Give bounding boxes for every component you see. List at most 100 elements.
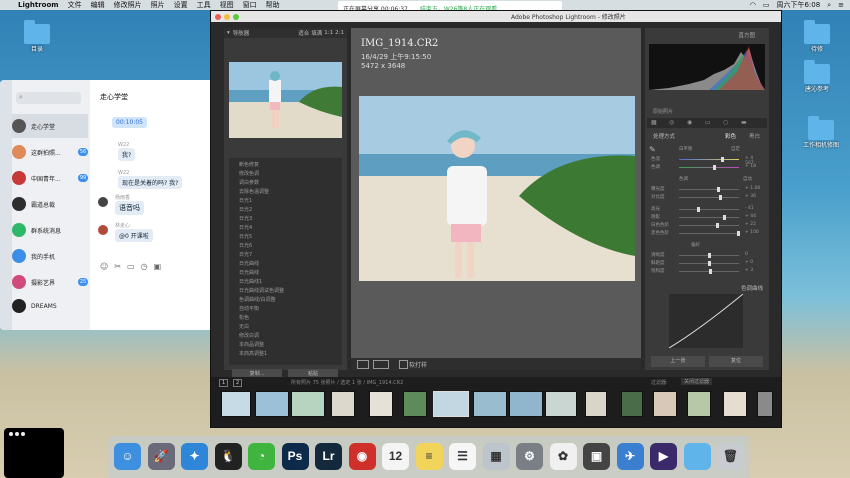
photo-canvas[interactable]: IMG_1914.CR2 16/4/29 上午9:15:50 5472 x 36… <box>351 28 641 370</box>
close-button[interactable] <box>215 14 221 20</box>
system-preferences-icon[interactable]: ⚙ <box>516 443 543 470</box>
history-item[interactable]: 调白参数 <box>239 179 259 186</box>
film-thumbnail[interactable] <box>621 391 643 417</box>
finder-icon[interactable]: ☺ <box>114 443 141 470</box>
slider-knob[interactable] <box>697 207 700 212</box>
film-thumbnail[interactable] <box>653 391 677 417</box>
crop-icon[interactable]: ▦ <box>651 119 657 126</box>
slider-knob[interactable] <box>713 165 716 170</box>
film-thumbnail-selected[interactable] <box>433 391 469 417</box>
filter-dropdown[interactable]: 关闭过滤器 <box>681 378 713 385</box>
wifi-icon[interactable]: ◠ <box>750 1 756 9</box>
film-thumbnail[interactable] <box>403 391 427 417</box>
soft-proof-checkbox[interactable] <box>399 360 408 369</box>
history-item[interactable]: 修改白调 <box>239 332 259 339</box>
film-thumbnail[interactable] <box>331 391 355 417</box>
clock-icon[interactable]: ◷ <box>141 262 154 271</box>
histogram[interactable] <box>649 44 765 90</box>
photoshop-icon[interactable]: Ps <box>281 443 309 470</box>
search-icon[interactable]: ⌕ <box>827 1 831 10</box>
film-thumbnail[interactable] <box>473 391 507 417</box>
photos-icon[interactable]: ✿ <box>549 443 577 470</box>
history-item[interactable]: 自动平衡 <box>239 305 259 312</box>
emoji-icon[interactable]: ☺ <box>100 262 114 271</box>
menu-window[interactable]: 窗口 <box>243 0 257 10</box>
tint-slider[interactable]: 色调 + 18 <box>651 164 763 171</box>
film-thumbnail[interactable] <box>291 391 325 417</box>
tone-curve-title[interactable]: 色调曲线 <box>741 284 763 292</box>
slider-knob[interactable] <box>708 253 711 258</box>
film-thumbnail[interactable] <box>509 391 543 417</box>
history-item[interactable]: 色调曲线/白调整 <box>239 296 276 303</box>
history-item[interactable]: 本商高调整1 <box>239 350 267 357</box>
film-thumbnail[interactable] <box>255 391 289 417</box>
slider-knob[interactable] <box>708 261 711 266</box>
contrast-slider[interactable]: 对比度 + 36 <box>651 194 763 201</box>
zoom-button[interactable] <box>233 14 239 20</box>
wb-row[interactable]: 白平衡 自定 <box>651 146 763 153</box>
clock[interactable]: 周六下午6:08 <box>776 0 820 10</box>
qq-icon[interactable]: 🐧 <box>214 443 242 470</box>
slider-knob[interactable] <box>717 187 720 192</box>
safari-icon[interactable]: ✦ <box>181 443 208 470</box>
blacks-slider[interactable]: 黑色色阶 + 100 <box>651 230 763 237</box>
tone-row[interactable]: 色调 自动 <box>651 176 763 183</box>
netease-music-icon[interactable]: ◉ <box>348 443 376 470</box>
history-item[interactable]: 无白 <box>239 323 249 330</box>
history-item[interactable]: 修改色调 <box>239 170 259 177</box>
history-item[interactable]: 松色 <box>239 314 249 321</box>
menu-file[interactable]: 文件 <box>68 0 82 10</box>
mini-window[interactable] <box>4 428 64 478</box>
chat-search-input[interactable]: ⌕ <box>16 92 81 104</box>
page-2-button[interactable]: 2 <box>233 379 243 387</box>
menu-edit[interactable]: 编辑 <box>91 0 105 10</box>
contact-item[interactable]: 群系统消息 <box>12 218 88 242</box>
desktop-folder-reference[interactable]: 唐沁参考 <box>804 60 842 93</box>
history-item[interactable]: 去除色温调整 <box>239 188 269 195</box>
zoom-fit[interactable]: 适合 <box>298 29 309 37</box>
notification-center-icon[interactable]: ≡ <box>838 1 844 9</box>
film-thumbnail[interactable] <box>369 391 393 417</box>
history-item[interactable]: 本商品调整 <box>239 341 264 348</box>
history-item[interactable]: 日光曲线调试色调整 <box>239 287 284 294</box>
menu-view[interactable]: 视图 <box>220 0 234 10</box>
contact-item[interactable]: DREAMS <box>12 294 88 318</box>
battery-icon[interactable]: ▭ <box>763 1 770 9</box>
scissors-icon[interactable]: ✂ <box>114 262 127 271</box>
brush-icon[interactable]: ▬ <box>741 119 747 126</box>
whites-slider[interactable]: 白色色阶 + 22 <box>651 222 763 229</box>
page-1-button[interactable]: 1 <box>219 379 229 387</box>
film-thumbnail[interactable] <box>757 391 773 417</box>
preview-icon[interactable]: ▦ <box>482 443 510 470</box>
history-item[interactable]: 日光4 <box>239 224 252 231</box>
slider-knob[interactable] <box>721 157 724 162</box>
film-thumbnail[interactable] <box>585 391 607 417</box>
trash-icon[interactable]: 🗑 <box>717 443 744 470</box>
compare-view-icon[interactable] <box>373 360 389 369</box>
history-item[interactable]: 日光曲线 <box>239 260 259 267</box>
lightroom-icon[interactable]: Lr <box>315 443 342 470</box>
redeye-icon[interactable]: ◉ <box>687 119 692 126</box>
menu-tools[interactable]: 工具 <box>197 0 211 10</box>
navigator-header[interactable]: ▾ 导航器 适合 填满 1:1 2:1 <box>224 28 347 38</box>
launchpad-icon[interactable]: 🚀 <box>147 443 175 470</box>
history-item[interactable]: 日光2 <box>239 206 252 213</box>
slider-knob[interactable] <box>716 223 719 228</box>
contact-item[interactable]: 霸道总裁 <box>12 192 88 216</box>
notes-icon[interactable]: ≡ <box>415 443 443 470</box>
highlights-slider[interactable]: 高光 - 41 <box>651 206 763 213</box>
navigator-preview[interactable] <box>229 62 342 138</box>
wechat-icon[interactable]: ◔ <box>248 443 275 470</box>
graduated-filter-icon[interactable]: ▭ <box>705 119 711 126</box>
previous-button[interactable]: 上一张 <box>651 356 705 367</box>
exposure-slider[interactable]: 曝光度 + 1.06 <box>651 186 763 193</box>
history-item[interactable]: 日光曲线1 <box>239 278 262 285</box>
reset-button[interactable]: 复位 <box>709 356 763 367</box>
treatment-bw[interactable]: 黑白 <box>749 132 760 140</box>
loupe-view-icon[interactable] <box>357 360 369 369</box>
slider-knob[interactable] <box>723 215 726 220</box>
spot-removal-icon[interactable]: ◎ <box>669 119 674 126</box>
film-thumbnail[interactable] <box>723 391 747 417</box>
shadows-slider[interactable]: 阴影 + 44 <box>651 214 763 221</box>
desktop-folder-work[interactable]: 工作相机修图 <box>803 116 846 149</box>
